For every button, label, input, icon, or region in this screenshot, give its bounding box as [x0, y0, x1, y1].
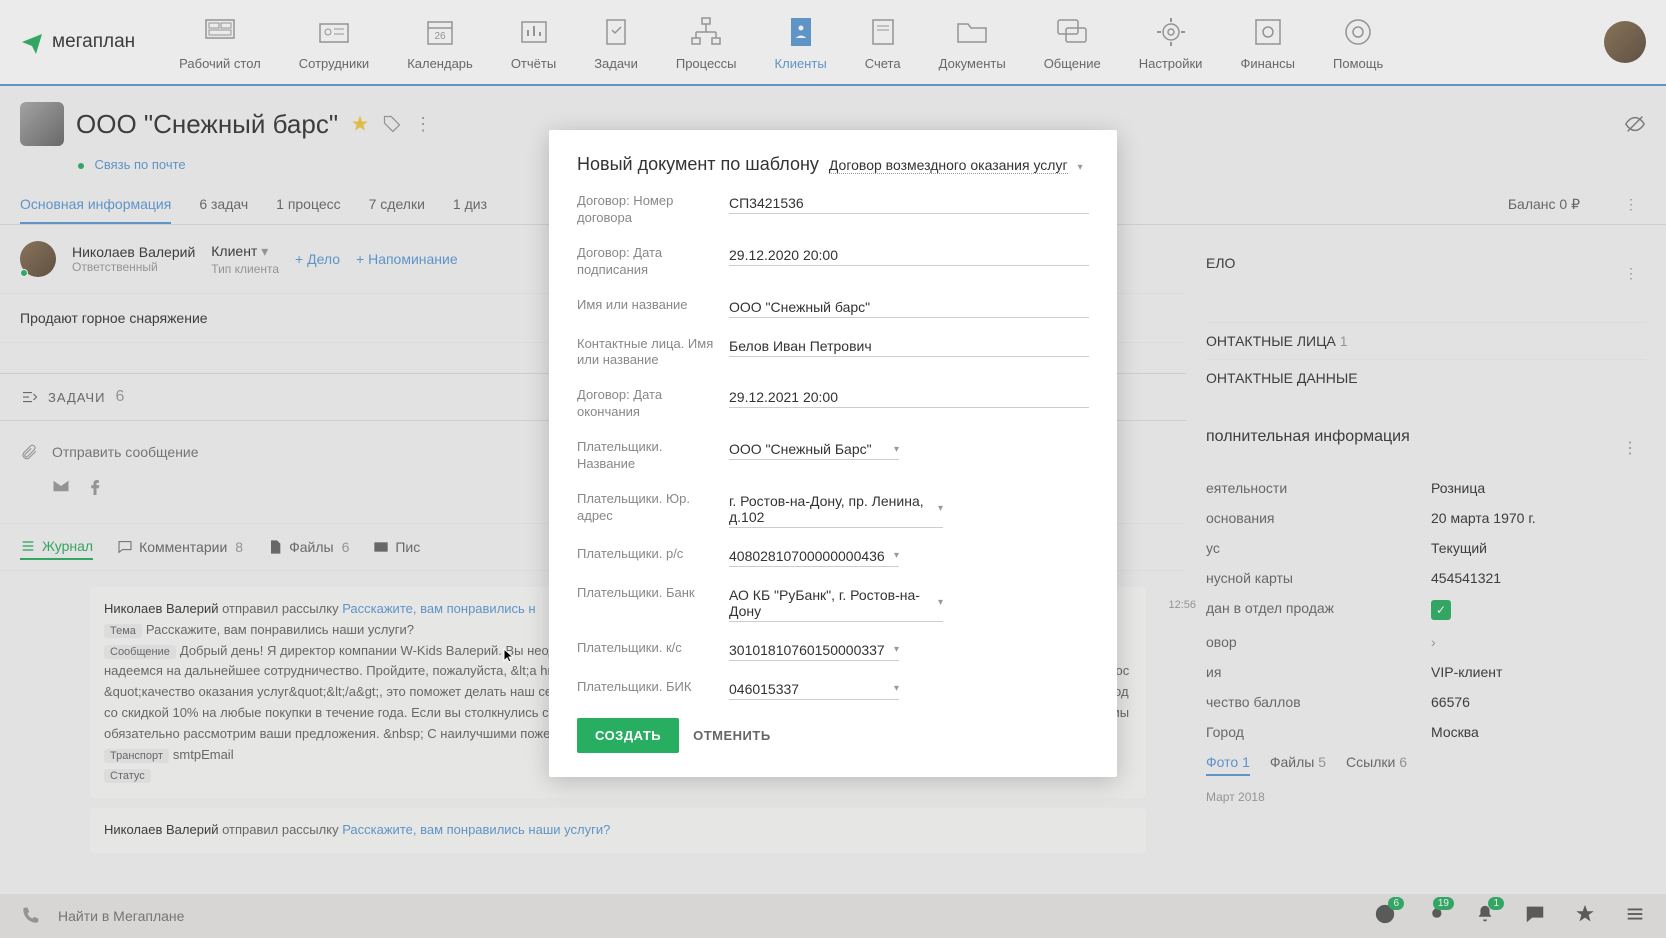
name-input[interactable] — [729, 297, 1089, 318]
contract-number-input[interactable] — [729, 193, 1089, 214]
modal-title: Новый документ по шаблону — [577, 154, 819, 175]
end-date-input[interactable] — [729, 387, 1089, 408]
payer-bank-select[interactable]: АО КБ "РуБанк", г. Ростов-на-Дону▾ — [729, 585, 943, 622]
payer-ks-select[interactable]: 30101810760150000337▾ — [729, 640, 899, 661]
payer-name-select[interactable]: ООО "Снежный Барс"▾ — [729, 439, 899, 460]
chevron-down-icon: ▾ — [1078, 162, 1083, 173]
template-selector[interactable]: Договор возмездного оказания услуг — [829, 157, 1068, 174]
contact-input[interactable] — [729, 336, 1089, 357]
sign-date-input[interactable] — [729, 245, 1089, 266]
cancel-button[interactable]: ОТМЕНИТЬ — [693, 728, 771, 743]
payer-bik-select[interactable]: 046015337▾ — [729, 679, 899, 700]
new-document-modal: Новый документ по шаблону Договор возмез… — [549, 130, 1117, 777]
payer-addr-select[interactable]: г. Ростов-на-Дону, пр. Ленина, д.102▾ — [729, 491, 943, 528]
create-button[interactable]: СОЗДАТЬ — [577, 718, 679, 753]
payer-account-select[interactable]: 40802810700000000436▾ — [729, 546, 899, 567]
modal-overlay: Новый документ по шаблону Договор возмез… — [0, 0, 1666, 938]
